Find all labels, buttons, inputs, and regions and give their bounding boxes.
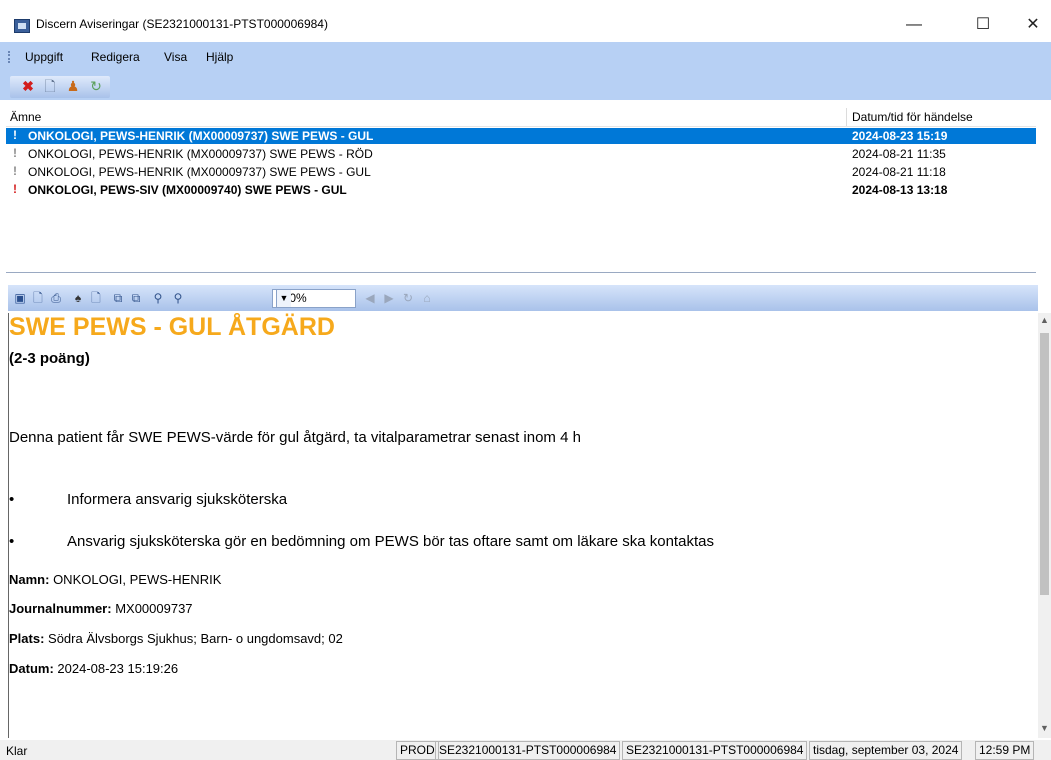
list-item-subject: ONKOLOGI, PEWS-HENRIK (MX00009737) SWE P… xyxy=(28,129,374,143)
bullet-icon: • xyxy=(9,533,15,550)
status-env: PROD xyxy=(396,741,439,760)
zoom-in-icon[interactable]: ⚲ xyxy=(170,290,186,306)
copy-icon[interactable]: ⧉ xyxy=(110,290,126,306)
list-border xyxy=(6,272,1036,273)
page-icon[interactable]: 🗋 xyxy=(30,290,46,306)
paste-icon[interactable]: ⧉ xyxy=(128,290,144,306)
scroll-thumb[interactable] xyxy=(1040,333,1049,595)
list-item[interactable]: ! ONKOLOGI, PEWS-HENRIK (MX00009737) SWE… xyxy=(6,164,1036,180)
zoom-out-icon[interactable]: ⚲ xyxy=(150,290,166,306)
field-journalnummer: Journalnummer: MX00009737 xyxy=(9,601,193,616)
preview-icon[interactable]: 🗋 xyxy=(42,78,58,94)
field-value: MX00009737 xyxy=(111,601,193,616)
refresh-icon[interactable]: ↻ xyxy=(88,78,104,94)
field-label: Namn: xyxy=(9,572,50,587)
document-paragraph: Denna patient får SWE PEWS-värde för gul… xyxy=(9,429,581,446)
scroll-down-icon[interactable]: ▼ xyxy=(1038,723,1051,733)
menu-bar: Uppgift Redigera Visa Hjälp xyxy=(0,42,1051,72)
find-next-icon[interactable]: 🗋 xyxy=(88,290,104,306)
forward-user-icon[interactable]: ♟ xyxy=(65,78,81,94)
status-id-1: SE2321000131-PTST000006984 xyxy=(435,741,621,760)
close-window-button[interactable]: ✕ xyxy=(1010,10,1051,40)
priority-icon: ! xyxy=(13,128,17,142)
list-item[interactable]: ! ONKOLOGI, PEWS-HENRIK (MX00009737) SWE… xyxy=(6,128,1036,144)
field-plats: Plats: Södra Älvsborgs Sjukhus; Barn- o … xyxy=(9,631,343,646)
menu-redigera[interactable]: Redigera xyxy=(91,50,140,64)
field-value: ONKOLOGI, PEWS-HENRIK xyxy=(49,572,222,587)
window-title: Discern Aviseringar (SE2321000131-PTST00… xyxy=(36,17,328,31)
document-view[interactable]: SWE PEWS - GUL ÅTGÄRD (2-3 poäng) Denna … xyxy=(8,313,1039,738)
field-namn: Namn: ONKOLOGI, PEWS-HENRIK xyxy=(9,572,221,587)
list-item[interactable]: ! ONKOLOGI, PEWS-SIV (MX00009740) SWE PE… xyxy=(6,182,1036,198)
column-header-datetime[interactable]: Datum/tid för händelse xyxy=(852,110,973,124)
back-icon[interactable]: ◀ xyxy=(362,290,378,306)
field-label: Datum: xyxy=(9,661,54,676)
list-item-datetime: 2024-08-23 15:19 xyxy=(852,129,948,143)
field-label: Journalnummer: xyxy=(9,601,112,616)
priority-icon: ! xyxy=(13,182,17,196)
field-value: Södra Älvsborgs Sjukhus; Barn- o ungdoms… xyxy=(44,631,343,646)
zoom-select[interactable]: 100% ▼ xyxy=(272,289,356,308)
menu-hjalp[interactable]: Hjälp xyxy=(206,50,233,64)
priority-icon: ! xyxy=(13,164,17,178)
bullet-text: Informera ansvarig sjuksköterska xyxy=(67,491,288,508)
scroll-up-icon[interactable]: ▲ xyxy=(1038,315,1051,325)
list-item-datetime: 2024-08-21 11:35 xyxy=(852,147,946,161)
list-item-datetime: 2024-08-13 13:18 xyxy=(852,183,948,197)
menu-visa[interactable]: Visa xyxy=(164,50,187,64)
vertical-scrollbar[interactable]: ▲ ▼ xyxy=(1038,313,1051,738)
document-subtitle: (2-3 poäng) xyxy=(9,350,90,367)
forward-icon[interactable]: ▶ xyxy=(381,290,397,306)
home-icon[interactable]: ⌂ xyxy=(419,290,435,306)
list-header: Ämne Datum/tid för händelse xyxy=(6,108,1036,127)
maximize-button[interactable]: ☐ xyxy=(960,10,1006,40)
viewer-toolbar: ▣ 🗋 ⎙ ♠ 🗋 ⧉ ⧉ ⚲ ⚲ 100% ▼ ◀ ▶ ↻ ⌂ xyxy=(8,285,1038,311)
list-item-subject: ONKOLOGI, PEWS-HENRIK (MX00009737) SWE P… xyxy=(28,165,371,179)
column-separator xyxy=(846,108,847,126)
status-date: tisdag, september 03, 2024 xyxy=(809,741,963,760)
bullet-text: Ansvarig sjuksköterska gör en bedömning … xyxy=(67,533,714,550)
chevron-down-icon[interactable]: ▼ xyxy=(276,290,291,307)
reload-icon[interactable]: ↻ xyxy=(400,290,416,306)
status-id-2: SE2321000131-PTST000006984 xyxy=(622,741,808,760)
list-item-datetime: 2024-08-21 11:18 xyxy=(852,165,946,179)
field-datum: Datum: 2024-08-23 15:19:26 xyxy=(9,661,178,676)
main-toolbar: ✖ 🗋 ♟ ↻ xyxy=(0,72,1051,100)
field-value: 2024-08-23 15:19:26 xyxy=(53,661,179,676)
status-time: 12:59 PM xyxy=(975,741,1035,760)
title-bar: Discern Aviseringar (SE2321000131-PTST00… xyxy=(0,0,1051,40)
priority-icon: ! xyxy=(13,146,17,160)
list-item-subject: ONKOLOGI, PEWS-HENRIK (MX00009737) SWE P… xyxy=(28,147,373,161)
list-item[interactable]: ! ONKOLOGI, PEWS-HENRIK (MX00009737) SWE… xyxy=(6,146,1036,162)
menu-uppgift[interactable]: Uppgift xyxy=(25,50,63,64)
minimize-button[interactable]: — xyxy=(891,10,937,40)
column-header-subject[interactable]: Ämne xyxy=(10,110,41,124)
status-bar: Klar PROD SE2321000131-PTST000006984 SE2… xyxy=(0,740,1051,760)
status-text: Klar xyxy=(6,744,28,758)
bullet-icon: • xyxy=(9,491,15,508)
save-icon[interactable]: ▣ xyxy=(12,290,28,306)
menubar-grip xyxy=(8,51,12,63)
app-icon xyxy=(14,19,30,33)
document-title: SWE PEWS - GUL ÅTGÄRD xyxy=(9,313,335,341)
list-item-subject: ONKOLOGI, PEWS-SIV (MX00009740) SWE PEWS… xyxy=(28,183,347,197)
delete-icon[interactable]: ✖ xyxy=(20,78,36,94)
print-icon[interactable]: ⎙ xyxy=(48,290,64,306)
find-icon[interactable]: ♠ xyxy=(70,290,86,306)
field-label: Plats: xyxy=(9,631,45,646)
